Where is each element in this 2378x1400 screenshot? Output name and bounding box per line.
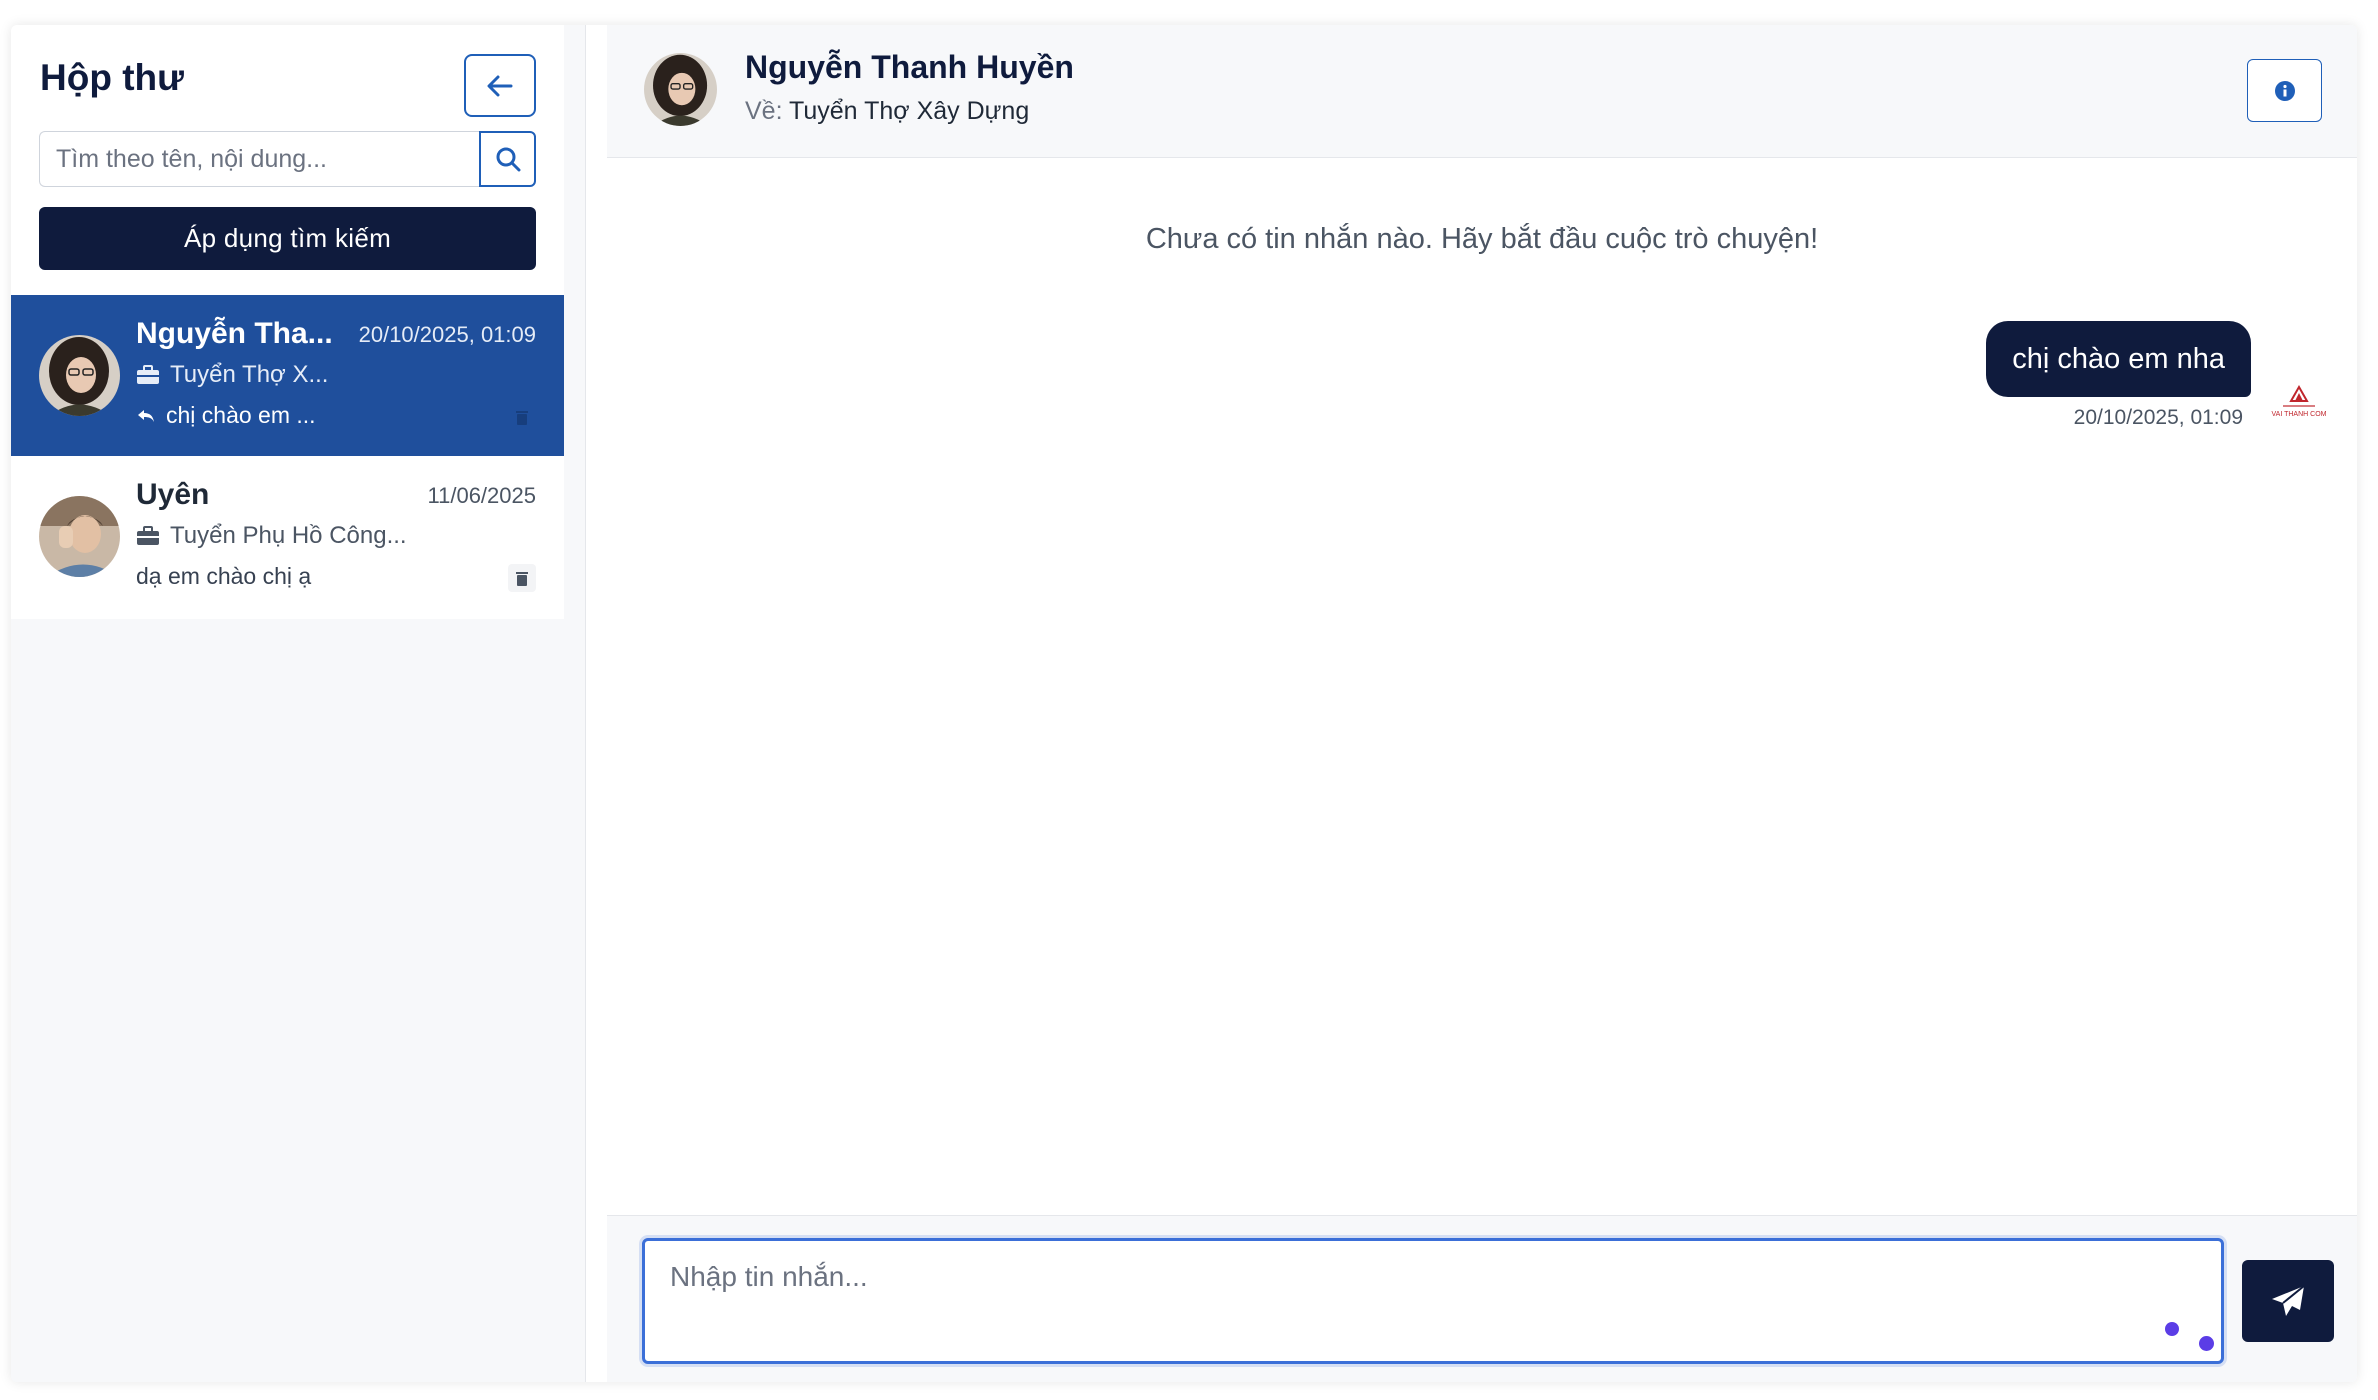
avatar [39,496,120,577]
message-bubble: chị chào em nha [1986,321,2251,397]
sender-logo: VAI THANH COM [2269,383,2329,423]
message-time: 20/10/2025, 01:09 [2073,406,2243,429]
conversation-time: 11/06/2025 [427,483,536,508]
chat-contact-name: Nguyễn Thanh Huyền [745,49,1074,85]
reply-icon [138,409,154,422]
info-icon [2274,80,2295,101]
chat-header: Nguyễn Thanh Huyền Về: Tuyển Thợ Xây Dựn… [607,25,2357,158]
inbox-sidebar: Hộp thư Áp dụng tìm kiếm [11,25,586,1382]
search-input[interactable] [39,131,479,187]
search-icon [496,147,520,172]
paper-plane-icon [2272,1285,2305,1316]
contact-name: Uyên [136,478,210,511]
apply-search-button[interactable]: Áp dụng tìm kiếm [39,207,536,270]
sidebar-header: Hộp thư Áp dụng tìm kiếm [11,25,564,295]
job-line: Tuyển Thợ X... [136,361,328,389]
conversation-item[interactable]: Uyên 11/06/2025 Tuyển Phụ Hồ Công... dạ … [11,456,564,619]
last-message: dạ em chào chị ạ [136,563,311,590]
conversation-item[interactable]: Nguyễn Tha... 20/10/2025, 01:09 Tuyển Th… [11,295,564,456]
delete-conversation-button[interactable] [508,403,536,431]
back-button[interactable] [464,54,536,117]
search-button[interactable] [479,131,536,187]
info-button[interactable] [2247,59,2322,122]
send-button[interactable] [2242,1260,2334,1342]
last-message-text: chị chào em ... [166,402,316,428]
chat-subject: Về: Tuyển Thợ Xây Dựng [745,97,1029,126]
briefcase-icon [137,365,159,384]
message-input[interactable] [642,1238,2224,1364]
search-bar [39,131,536,187]
job-title: Tuyển Thợ X... [170,361,329,388]
typing-dot [2165,1322,2179,1336]
contact-name: Nguyễn Tha... [136,317,333,350]
trash-icon [516,572,528,586]
about-label: Về: [745,97,783,125]
typing-dot [2199,1336,2214,1351]
arrow-left-icon [487,75,513,96]
avatar [39,335,120,416]
inbox-title: Hộp thư [40,57,184,98]
avatar [644,53,717,126]
delete-conversation-button[interactable] [508,564,536,592]
messenger-app: Hộp thư Áp dụng tìm kiếm [11,25,2357,1382]
conversation-time: 20/10/2025, 01:09 [358,322,536,347]
trash-icon [516,411,528,425]
job-line: Tuyển Phụ Hồ Công... [136,522,407,550]
briefcase-icon [137,526,159,545]
job-title: Tuyển Phụ Hồ Công... [170,522,407,549]
last-message-text: dạ em chào chị ạ [136,563,312,589]
chat-panel: Nguyễn Thanh Huyền Về: Tuyển Thợ Xây Dựn… [586,25,2357,1382]
svg-text:VAI THANH COM: VAI THANH COM [2272,411,2327,418]
empty-conversation-text: Chưa có tin nhắn nào. Hãy bắt đầu cuộc t… [1145,223,1819,255]
message-composer [607,1215,2357,1382]
last-message: chị chào em ... [136,402,316,429]
chat-job-title: Tuyển Thợ Xây Dựng [789,97,1030,125]
